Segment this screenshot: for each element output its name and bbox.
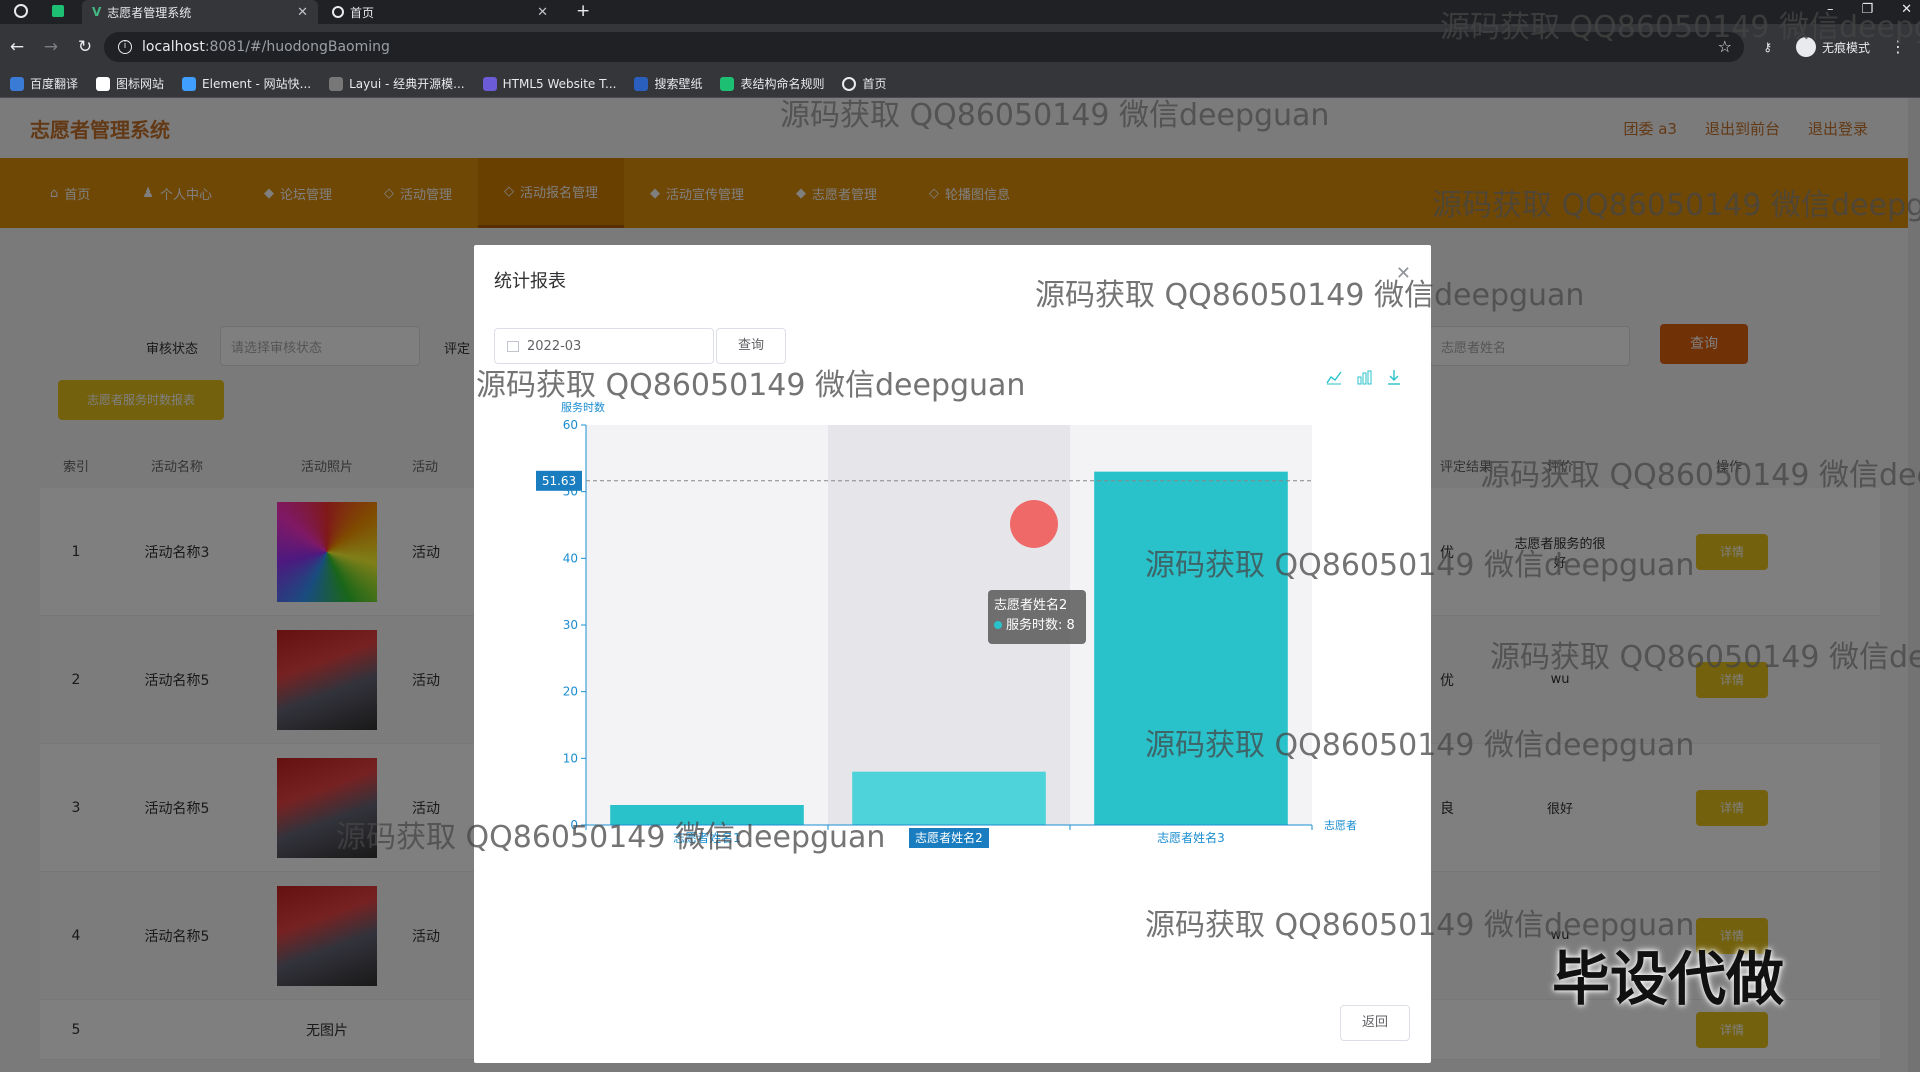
chart-toolbox xyxy=(1326,369,1402,385)
bookmark-item[interactable]: 图标网站 xyxy=(96,75,164,92)
return-button[interactable]: 返回 xyxy=(1340,1005,1410,1041)
reload-icon[interactable]: ↻ xyxy=(68,37,102,57)
translate-icon xyxy=(10,76,24,91)
tab-home[interactable]: 首页 ✕ xyxy=(322,0,558,24)
globe-icon xyxy=(842,76,857,91)
y-tick-label: 10 xyxy=(563,751,578,765)
query-button[interactable]: 查询 xyxy=(716,328,786,364)
tooltip-series: 服务时数 xyxy=(1006,618,1059,633)
info-icon: i xyxy=(118,40,132,54)
cursor-highlight xyxy=(1010,500,1058,548)
table-icon xyxy=(720,76,735,91)
month-picker[interactable]: 2022-03 xyxy=(494,328,714,364)
html5-icon xyxy=(482,76,497,91)
y-tick-label: 60 xyxy=(563,418,578,432)
bookmark-item[interactable]: Layui - 经典开源模... xyxy=(329,75,465,92)
x-tick-label: 志愿者姓名3 xyxy=(1157,830,1225,845)
chart-tooltip: 志愿者姓名2 服务时数: 8 xyxy=(988,590,1086,644)
watermark-text: 源码获取 QQ86050149 微信deepguan xyxy=(780,98,1330,133)
watermark-text: 源码获取 QQ86050149 微信deepguan xyxy=(1440,10,1920,45)
element-icon xyxy=(182,76,197,91)
wallpaper-icon xyxy=(634,76,649,91)
vue-icon: V xyxy=(92,5,102,19)
watermark-text: 源码获取 QQ86050149 微信deepguan xyxy=(1035,278,1585,313)
calendar-icon xyxy=(507,340,519,352)
service-hours-bar-chart: 0102030405060服务时数志愿者姓名1 志愿者姓名2 志愿者姓名3志愿者51… xyxy=(536,401,1357,848)
back-icon[interactable]: ← xyxy=(0,37,34,57)
forward-icon[interactable]: → xyxy=(34,37,68,57)
x-tick-label: 志愿者姓名2 xyxy=(915,830,983,845)
bookmark-item[interactable]: 百度翻译 xyxy=(10,75,78,92)
bookmark-item[interactable]: HTML5 Website T... xyxy=(482,76,616,91)
watermark-text: 源码获取 QQ86050149 微信deepguan xyxy=(1480,458,1920,493)
tab-volunteer-system[interactable]: V 志愿者管理系统 ✕ xyxy=(82,0,318,24)
y-tick-label: 30 xyxy=(563,618,578,632)
globe-icon xyxy=(332,6,344,18)
watermark-text: 源码获取 QQ86050149 微信deepguan xyxy=(1145,728,1695,763)
axis-pointer-label: 51.63 xyxy=(542,474,576,488)
bar-chart-icon[interactable] xyxy=(1356,369,1372,385)
browser-menu-icon[interactable] xyxy=(14,4,28,18)
flag-icon xyxy=(96,76,111,91)
close-tab-icon[interactable]: ✕ xyxy=(297,5,308,20)
watermark-text: 源码获取 QQ86050149 微信deepguan xyxy=(1490,640,1920,675)
watermark-text: 源码获取 QQ86050149 微信deepguan xyxy=(476,368,1026,403)
dialog-title: 统计报表 xyxy=(494,271,566,292)
bar-band xyxy=(586,425,828,825)
layui-icon xyxy=(329,76,344,91)
y-tick-label: 40 xyxy=(563,551,578,565)
watermark-text: 源码获取 QQ86050149 微信deepguan xyxy=(1432,188,1920,223)
x-axis-label: 志愿者 xyxy=(1324,819,1357,832)
tooltip-category: 志愿者姓名2 xyxy=(994,598,1068,613)
tooltip-value: 8 xyxy=(1066,618,1075,633)
green-app-icon xyxy=(52,5,64,17)
series-dot xyxy=(994,621,1002,629)
watermark-text: 源码获取 QQ86050149 微信deepguan xyxy=(336,820,886,855)
new-tab-button[interactable]: + xyxy=(576,1,590,21)
watermark-text: 源码获取 QQ86050149 微信deepguan xyxy=(1145,548,1695,583)
download-icon[interactable] xyxy=(1386,369,1402,385)
y-tick-label: 20 xyxy=(563,685,578,699)
promo-text: 毕设代做 xyxy=(1552,945,1785,1013)
bookmark-item[interactable]: 搜索壁纸 xyxy=(634,75,702,92)
bar xyxy=(1094,471,1288,825)
line-chart-icon[interactable] xyxy=(1326,369,1342,385)
close-tab-icon[interactable]: ✕ xyxy=(537,5,548,20)
bookmark-item[interactable]: Element - 网站快... xyxy=(182,75,311,92)
